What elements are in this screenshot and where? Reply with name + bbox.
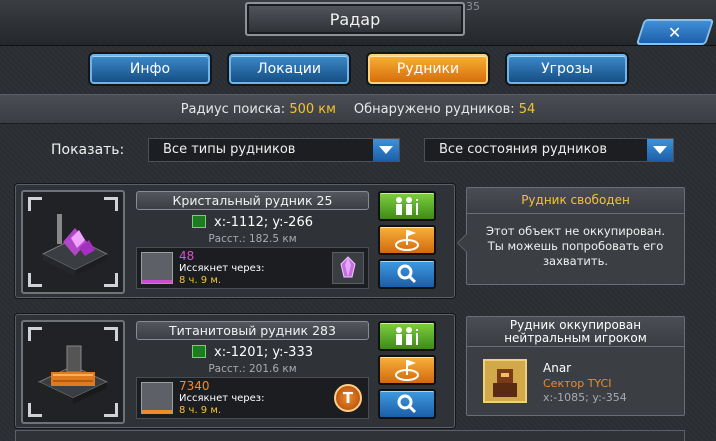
corner-number: 35 (466, 0, 480, 13)
search-radius-value: 500 км (289, 101, 336, 117)
depletes-time: 8 ч. 9 м. (179, 275, 222, 286)
mine-actions (374, 185, 444, 299)
mine-thumbnail[interactable] (21, 190, 125, 294)
mine-name: Титанитовый рудник 283 (136, 321, 369, 340)
mine-thumbnail[interactable] (21, 320, 125, 424)
close-icon: ✕ (668, 22, 682, 42)
tab-mines[interactable]: Рудники (368, 54, 488, 84)
status-title: Рудник оккупирован нейтральным игроком (467, 317, 684, 347)
resource-slot (141, 252, 173, 284)
send-troops-button[interactable] (378, 321, 436, 351)
mine-state-select[interactable]: Все состояния рудников (424, 138, 674, 162)
search-icon (397, 264, 417, 284)
resource-box: 48 Иссякнет через: 8 ч. 9 м. (136, 247, 369, 289)
radar-window: Радар 35 ✕ Инфо Локации Рудники Угрозы Р… (0, 0, 716, 441)
crystal-mine-icon (41, 214, 109, 276)
coordinates-icon (192, 215, 206, 228)
search-icon (397, 394, 417, 414)
show-label: Показать: (51, 142, 125, 158)
mine-coords-text: x:-1112; y:-266 (214, 215, 313, 230)
window-title: Радар (329, 9, 381, 29)
search-radius: Радиус поиска: 500 км (181, 102, 336, 117)
tab-threats[interactable]: Угрозы (507, 54, 627, 84)
target-flag-icon (395, 230, 419, 251)
resource-slot (141, 382, 173, 414)
owner-info[interactable]: Anar Сектор TYCI x:-1085; y:-354 (467, 347, 684, 415)
mine-card: Кристальный рудник 25 x:-1112; y:-266 Ра… (15, 184, 455, 298)
crystal-icon-svg (340, 256, 356, 278)
tab-bar: Инфо Локации Рудники Угрозы (0, 46, 716, 94)
titanite-mine-icon (37, 345, 109, 404)
tab-label: Рудники (396, 61, 460, 77)
mine-state-select-value: Все состояния рудников (439, 142, 608, 157)
next-card-edge (15, 430, 685, 441)
mines-found-label: Обнаружено рудников: (353, 101, 515, 117)
window-title-plate: Радар (245, 2, 465, 36)
titanite-icon: T (332, 382, 364, 414)
titanite-badge: T (334, 384, 362, 412)
resource-bar (142, 280, 172, 283)
filter-row: Показать: Все типы рудников Все состояни… (0, 128, 716, 172)
mine-type-select[interactable]: Все типы рудников (148, 138, 400, 162)
inspect-button[interactable] (378, 389, 436, 419)
target-flag-icon (395, 360, 419, 381)
mine-coordinates[interactable]: x:-1201; y:-333 (136, 345, 369, 360)
owner-coordinates: x:-1085; y:-354 (543, 391, 627, 404)
owner-name: Anar (543, 361, 572, 375)
tab-info[interactable]: Инфо (90, 54, 210, 84)
window-header: Радар 35 ✕ (0, 0, 716, 46)
status-pointer (457, 233, 467, 253)
resource-bar (142, 410, 172, 413)
mines-found-value: 54 (518, 101, 536, 117)
troops-icon (396, 197, 418, 215)
mine-actions (374, 315, 444, 429)
mine-coordinates[interactable]: x:-1112; y:-266 (136, 215, 369, 230)
mark-target-button[interactable] (378, 355, 436, 385)
search-radius-label: Радиус поиска: (180, 101, 286, 117)
troops-icon (396, 327, 418, 345)
depletes-label: Иссякнет через: (179, 263, 265, 274)
owner-sector: Сектор TYCI (543, 377, 612, 390)
mine-name: Кристальный рудник 25 (136, 191, 369, 210)
status-text: Этот объект не оккупирован. Ты можешь по… (485, 224, 666, 268)
mine-distance: Расст.: 182.5 км (208, 233, 297, 245)
mine-card: Титанитовый рудник 283 x:-1201; y:-333 Р… (15, 314, 455, 428)
crystal-icon (332, 252, 364, 284)
status-title: Рудник свободен (467, 188, 684, 214)
mark-target-button[interactable] (378, 225, 436, 255)
chevron-down-icon (373, 139, 399, 161)
tab-label: Локации (257, 61, 321, 77)
tab-locations[interactable]: Локации (229, 54, 349, 84)
mines-found: Обнаружено рудников: 54 (354, 102, 535, 117)
avatar (483, 359, 527, 403)
send-troops-button[interactable] (378, 191, 436, 221)
player-avatar-icon (485, 361, 525, 401)
depletes-label: Иссякнет через: (179, 393, 265, 404)
mine-distance: Расст.: 201.6 км (208, 363, 297, 375)
close-button[interactable]: ✕ (635, 19, 715, 45)
tab-label: Угрозы (541, 61, 593, 77)
tab-label: Инфо (129, 61, 171, 77)
inspect-button[interactable] (378, 259, 436, 289)
resource-amount: 7340 (179, 379, 210, 393)
mine-type-select-value: Все типы рудников (163, 142, 296, 157)
resource-amount: 48 (179, 249, 195, 263)
coordinates-icon (192, 345, 206, 358)
resource-box: 7340 Иссякнет через: 8 ч. 9 м. T (136, 377, 369, 419)
mine-status-panel: Рудник оккупирован нейтральным игроком A… (466, 316, 685, 416)
search-info-bar: Радиус поиска: 500 км Обнаружено руднико… (0, 94, 716, 124)
mine-status-panel: Рудник свободен Этот объект не оккупиров… (457, 187, 685, 285)
mine-coords-text: x:-1201; y:-333 (214, 345, 313, 360)
chevron-down-icon (647, 139, 673, 161)
depletes-time: 8 ч. 9 м. (179, 405, 222, 416)
